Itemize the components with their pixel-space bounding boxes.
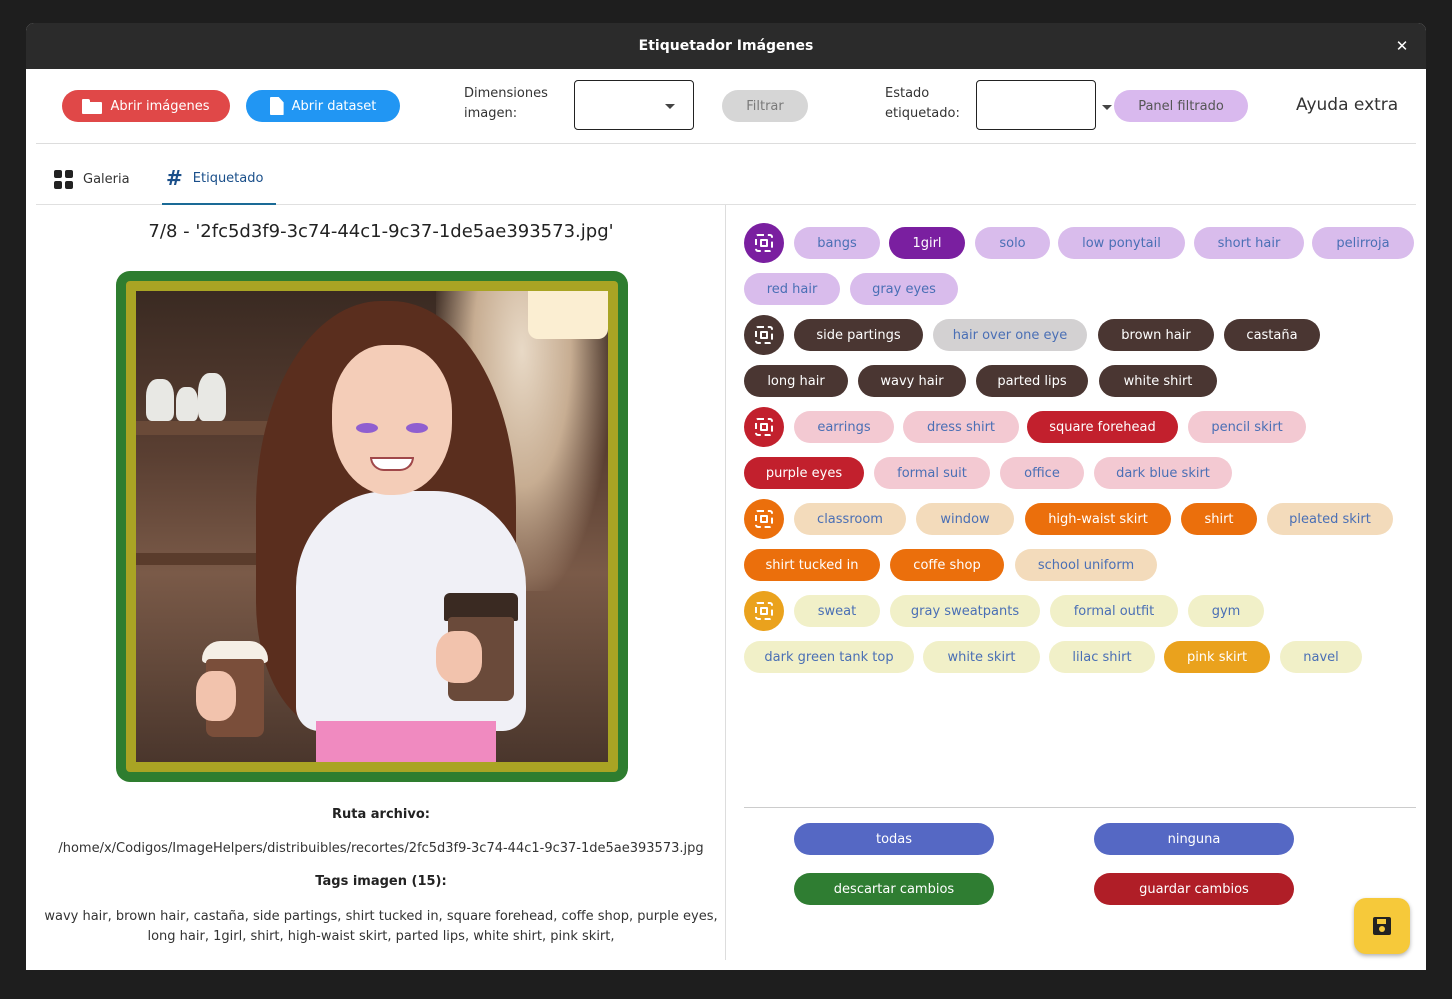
- tag-chip[interactable]: pink skirt: [1164, 641, 1270, 673]
- help-button[interactable]: Ayuda extra: [1296, 95, 1398, 115]
- path-label: Ruta archivo:: [332, 807, 430, 822]
- tag-chip[interactable]: window: [916, 503, 1014, 535]
- tag-chip[interactable]: shirt tucked in: [744, 549, 880, 581]
- group-select-icon[interactable]: [744, 223, 784, 263]
- state-dropdown-chevron-icon[interactable]: [1102, 105, 1112, 110]
- lamp-shape: [528, 291, 608, 339]
- window-title: Etiquetador Imágenes: [638, 38, 814, 54]
- divider: [744, 807, 1416, 808]
- divider: [36, 143, 1416, 144]
- filter-panel-button[interactable]: Panel filtrado: [1114, 90, 1248, 122]
- filter-button[interactable]: Filtrar: [722, 90, 808, 122]
- app-window: Etiquetador Imágenes ✕ Abrir imágenes Ab…: [26, 23, 1426, 970]
- state-dropdown[interactable]: [976, 80, 1096, 130]
- open-images-label: Abrir imágenes: [110, 98, 210, 114]
- open-dataset-label: Abrir dataset: [291, 98, 377, 114]
- tag-chip[interactable]: formal outfit: [1050, 595, 1178, 627]
- select-all-button[interactable]: todas: [794, 823, 994, 855]
- tag-chip[interactable]: side partings: [794, 319, 923, 351]
- tag-chip[interactable]: pleated skirt: [1267, 503, 1393, 535]
- tag-chip[interactable]: shirt: [1181, 503, 1257, 535]
- tag-chip[interactable]: brown hair: [1098, 319, 1214, 351]
- save-fab-button[interactable]: [1354, 898, 1410, 954]
- dimensions-label: Dimensiones imagen:: [464, 86, 548, 121]
- open-images-button[interactable]: Abrir imágenes: [62, 90, 230, 122]
- tag-chip[interactable]: purple eyes: [744, 457, 864, 489]
- tags-label: Tags imagen (15):: [315, 874, 447, 889]
- tag-chip[interactable]: school uniform: [1015, 549, 1157, 581]
- file-icon: [269, 97, 284, 115]
- close-icon[interactable]: ✕: [1392, 36, 1412, 56]
- tags-value: wavy hair, brown hair, castaña, side par…: [44, 909, 718, 944]
- group-select-icon[interactable]: [744, 407, 784, 447]
- face-shape: [332, 345, 452, 495]
- path-value: /home/x/Codigos/ImageHelpers/distribuibl…: [58, 841, 704, 856]
- tag-chip[interactable]: white skirt: [923, 641, 1040, 673]
- select-none-button[interactable]: ninguna: [1094, 823, 1294, 855]
- tag-chip[interactable]: dark green tank top: [744, 641, 914, 673]
- tag-chip[interactable]: pencil skirt: [1188, 411, 1306, 443]
- tag-chip[interactable]: lilac shirt: [1049, 641, 1155, 673]
- dimensions-dropdown[interactable]: [574, 80, 694, 130]
- tag-chip[interactable]: dress shirt: [903, 411, 1019, 443]
- tag-chip[interactable]: gym: [1188, 595, 1264, 627]
- group-select-icon[interactable]: [744, 591, 784, 631]
- tag-chip[interactable]: office: [1000, 457, 1084, 489]
- group-select-icon[interactable]: [744, 499, 784, 539]
- tab-galeria-label: Galeria: [83, 171, 130, 187]
- tag-chip[interactable]: short hair: [1194, 227, 1304, 259]
- tag-chip[interactable]: long hair: [744, 365, 848, 397]
- image-preview: [136, 291, 608, 762]
- tag-chip[interactable]: low ponytail: [1058, 227, 1185, 259]
- tab-etiquetado-label: Etiquetado: [192, 170, 264, 186]
- tab-etiquetado[interactable]: # Etiquetado: [162, 153, 276, 205]
- state-label: Estado etiquetado:: [885, 86, 960, 121]
- tag-chip[interactable]: solo: [975, 227, 1050, 259]
- save-icon: [1373, 917, 1391, 935]
- save-changes-button[interactable]: guardar cambios: [1094, 873, 1294, 905]
- folder-icon: [82, 98, 103, 114]
- tag-chip[interactable]: square forehead: [1027, 411, 1178, 443]
- group-select-icon[interactable]: [744, 315, 784, 355]
- grid-icon: [54, 169, 73, 189]
- image-title: 7/8 - '2fc5d3f9-3c74-44c1-9c37-1de5ae393…: [148, 221, 614, 242]
- tag-chip[interactable]: high-waist skirt: [1025, 503, 1171, 535]
- tag-chip[interactable]: gray sweatpants: [890, 595, 1040, 627]
- tag-chip[interactable]: 1girl: [889, 227, 965, 259]
- tag-chip[interactable]: classroom: [794, 503, 906, 535]
- tag-chip[interactable]: white shirt: [1099, 365, 1217, 397]
- discard-changes-button[interactable]: descartar cambios: [794, 873, 994, 905]
- tag-chip[interactable]: coffe shop: [890, 549, 1004, 581]
- tag-chip[interactable]: wavy hair: [858, 365, 966, 397]
- tab-bar: Galeria # Etiquetado: [36, 153, 1416, 205]
- tag-chip[interactable]: bangs: [794, 227, 880, 259]
- tag-chip[interactable]: pelirroja: [1312, 227, 1414, 259]
- tag-chip[interactable]: parted lips: [976, 365, 1088, 397]
- tag-chip[interactable]: hair over one eye: [933, 319, 1087, 351]
- tag-chip[interactable]: gray eyes: [850, 273, 958, 305]
- image-frame: [116, 271, 628, 782]
- tag-chip[interactable]: formal suit: [874, 457, 990, 489]
- title-bar: Etiquetador Imágenes ✕: [26, 23, 1426, 69]
- tag-chip[interactable]: castaña: [1224, 319, 1320, 351]
- hash-icon: #: [166, 166, 183, 190]
- tab-galeria[interactable]: Galeria: [54, 153, 130, 205]
- tag-chip[interactable]: navel: [1280, 641, 1362, 673]
- tag-chip[interactable]: earrings: [794, 411, 894, 443]
- tag-chip[interactable]: dark blue skirt: [1094, 457, 1232, 489]
- toolbar: Abrir imágenes Abrir dataset Dimensiones…: [26, 69, 1426, 143]
- tag-chip[interactable]: sweat: [794, 595, 880, 627]
- tag-chip[interactable]: red hair: [744, 273, 840, 305]
- chevron-down-icon: [665, 104, 675, 109]
- open-dataset-button[interactable]: Abrir dataset: [246, 90, 400, 122]
